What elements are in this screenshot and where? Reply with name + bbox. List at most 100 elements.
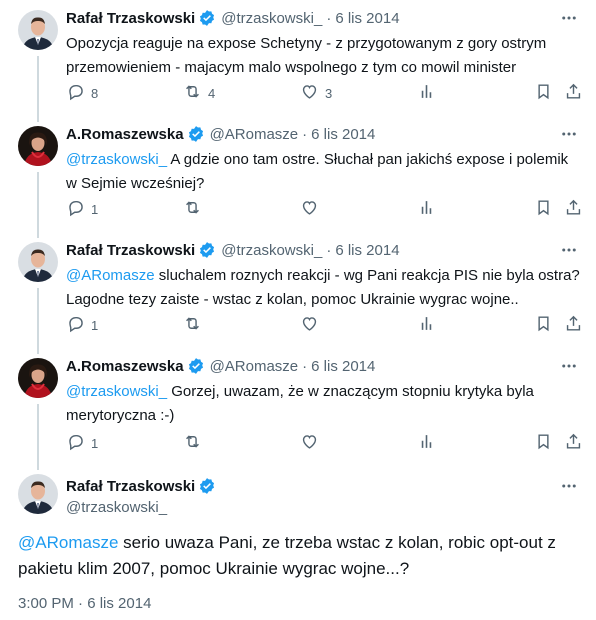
retweet-button[interactable] xyxy=(183,315,202,335)
display-name[interactable]: Rafał Trzaskowski xyxy=(66,10,195,27)
reply-button[interactable]: 1 xyxy=(66,433,98,453)
like-button[interactable]: 3 xyxy=(300,83,332,103)
display-name[interactable]: A.Romaszewska xyxy=(66,358,184,375)
views-button[interactable] xyxy=(417,433,436,453)
share-icon xyxy=(564,82,583,104)
like-button[interactable] xyxy=(300,433,319,453)
main-tweet: Rafał Trzaskowski @trzaskowski_ @ARomasz… xyxy=(0,464,596,620)
tweet-text: @trzaskowski_ A gdzie ono tam ostre. Słu… xyxy=(66,148,581,196)
views-button[interactable] xyxy=(417,83,436,103)
more-icon[interactable] xyxy=(558,8,580,28)
action-bar: 1 xyxy=(66,199,586,219)
bookmark-icon xyxy=(534,198,553,220)
tweet-date[interactable]: 6 lis 2014 xyxy=(87,595,151,612)
display-name[interactable]: A.Romaszewska xyxy=(66,126,184,143)
views-icon xyxy=(417,314,436,336)
mention-link[interactable]: @ARomasze xyxy=(66,267,155,284)
views-button[interactable] xyxy=(417,199,436,219)
more-icon[interactable] xyxy=(558,240,580,260)
avatar-romaszewska[interactable] xyxy=(18,358,58,398)
separator-dot: · xyxy=(326,9,332,27)
separator-dot: · xyxy=(302,125,308,143)
action-bar: 1 xyxy=(66,433,586,453)
tweet-header: A.Romaszewska @ARomasze · 6 lis 2014 xyxy=(66,356,375,376)
heart-icon xyxy=(300,432,319,454)
reply-button[interactable]: 1 xyxy=(66,315,98,335)
mention-link[interactable]: @ARomasze xyxy=(18,533,118,552)
reply-count: 1 xyxy=(91,435,99,451)
action-bar: 8 4 3 xyxy=(66,83,586,103)
reply-button[interactable]: 8 xyxy=(66,83,98,103)
avatar-trzaskowski[interactable] xyxy=(18,242,58,282)
tweet-date[interactable]: 6 lis 2014 xyxy=(311,358,375,375)
more-icon[interactable] xyxy=(558,124,580,144)
like-button[interactable] xyxy=(300,315,319,335)
heart-icon xyxy=(300,198,319,220)
avatar-trzaskowski[interactable] xyxy=(18,10,58,50)
handle[interactable]: @trzaskowski_ xyxy=(66,499,167,516)
retweet-button[interactable] xyxy=(183,199,202,219)
views-button[interactable] xyxy=(417,315,436,335)
separator-dot: · xyxy=(78,595,84,612)
tweet[interactable]: Rafał Trzaskowski @trzaskowski_ · 6 lis … xyxy=(0,0,596,116)
bookmark-button[interactable] xyxy=(534,83,553,103)
retweet-icon xyxy=(183,198,202,220)
reply-icon xyxy=(66,198,85,220)
tweet-text: Opozycja reaguje na expose Schetyny - z … xyxy=(66,32,581,80)
share-icon xyxy=(564,432,583,454)
retweet-icon xyxy=(183,432,202,454)
avatar-trzaskowski[interactable] xyxy=(18,474,58,514)
bookmark-button[interactable] xyxy=(534,433,553,453)
main-tweet-timestamp[interactable]: 3:00 PM · 6 lis 2014 xyxy=(18,595,151,612)
share-button[interactable] xyxy=(564,83,583,103)
like-count: 3 xyxy=(325,85,333,101)
handle[interactable]: @trzaskowski_ xyxy=(221,242,322,259)
main-tweet-handle-row: @trzaskowski_ xyxy=(66,497,167,517)
tweet-date[interactable]: 6 lis 2014 xyxy=(311,126,375,143)
share-icon xyxy=(564,314,583,336)
share-button[interactable] xyxy=(564,315,583,335)
tweet[interactable]: A.Romaszewska @ARomasze · 6 lis 2014 @tr… xyxy=(0,348,596,464)
tweet-time[interactable]: 3:00 PM xyxy=(18,595,74,612)
reply-button[interactable]: 1 xyxy=(66,199,98,219)
share-icon xyxy=(564,198,583,220)
handle[interactable]: @trzaskowski_ xyxy=(221,10,322,27)
mention-link[interactable]: @trzaskowski_ xyxy=(66,151,167,168)
reply-count: 1 xyxy=(91,317,99,333)
separator-dot: · xyxy=(302,357,308,375)
tweet[interactable]: A.Romaszewska @ARomasze · 6 lis 2014 @tr… xyxy=(0,116,596,232)
share-button[interactable] xyxy=(564,199,583,219)
avatar-romaszewska[interactable] xyxy=(18,126,58,166)
like-button[interactable] xyxy=(300,199,319,219)
handle[interactable]: @ARomasze xyxy=(210,126,299,143)
action-bar: 1 xyxy=(66,315,586,335)
tweet-header: Rafał Trzaskowski @trzaskowski_ · 6 lis … xyxy=(66,8,400,28)
tweet-header: Rafał Trzaskowski @trzaskowski_ · 6 lis … xyxy=(66,240,400,260)
views-icon xyxy=(417,82,436,104)
reply-icon xyxy=(66,432,85,454)
tweet-date[interactable]: 6 lis 2014 xyxy=(335,10,399,27)
share-button[interactable] xyxy=(564,433,583,453)
more-icon[interactable] xyxy=(558,356,580,376)
display-name[interactable]: Rafał Trzaskowski xyxy=(66,242,195,259)
views-icon xyxy=(417,198,436,220)
verified-badge-icon xyxy=(187,125,205,143)
tweet-date[interactable]: 6 lis 2014 xyxy=(335,242,399,259)
retweet-button[interactable]: 4 xyxy=(183,83,215,103)
retweet-button[interactable] xyxy=(183,433,202,453)
tweet-body: Opozycja reaguje na expose Schetyny - z … xyxy=(66,35,547,76)
bookmark-icon xyxy=(534,314,553,336)
mention-link[interactable]: @trzaskowski_ xyxy=(66,383,167,400)
handle[interactable]: @ARomasze xyxy=(210,358,299,375)
bookmark-button[interactable] xyxy=(534,199,553,219)
verified-badge-icon xyxy=(187,357,205,375)
reply-count: 1 xyxy=(91,201,99,217)
more-icon[interactable] xyxy=(558,476,580,496)
retweet-icon xyxy=(183,314,202,336)
bookmark-button[interactable] xyxy=(534,315,553,335)
display-name[interactable]: Rafał Trzaskowski xyxy=(66,478,195,495)
heart-icon xyxy=(300,82,319,104)
reply-icon xyxy=(66,314,85,336)
tweet[interactable]: Rafał Trzaskowski @trzaskowski_ · 6 lis … xyxy=(0,232,596,348)
main-tweet-text: @ARomasze serio uwaza Pani, ze trzeba ws… xyxy=(18,530,583,582)
